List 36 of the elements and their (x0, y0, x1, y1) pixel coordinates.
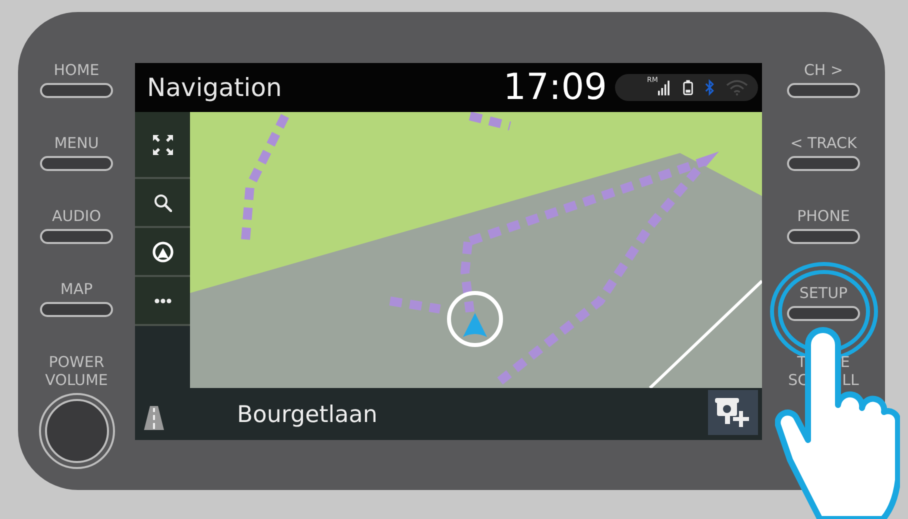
clock-time: 17:09 (503, 66, 607, 110)
button-label: AUDIO (52, 207, 102, 225)
signal-icon (658, 80, 671, 96)
button-label: MENU (54, 134, 99, 152)
battery-icon (682, 79, 693, 96)
street-name: Bourgetlaan (237, 401, 378, 430)
search-icon (154, 194, 172, 212)
hardware-button[interactable] (40, 229, 113, 244)
hardware-button[interactable] (787, 229, 860, 244)
button-label: E (840, 353, 850, 371)
map-tool-button[interactable] (135, 179, 190, 228)
map-tool-button[interactable] (135, 228, 190, 277)
button-label: PHONE (797, 207, 850, 225)
hardware-button[interactable] (40, 83, 113, 98)
button-label: LL (842, 371, 859, 389)
button-label: MAP (60, 280, 93, 298)
expand-icon (152, 134, 172, 154)
road-icon (144, 406, 164, 430)
screen-title: Navigation (147, 72, 282, 104)
button-label: < TRACK (790, 134, 857, 152)
hardware-button[interactable] (40, 156, 113, 171)
camera-plus-icon (715, 396, 751, 428)
button-label: HOME (54, 61, 100, 79)
compass-icon (152, 240, 174, 262)
position-marker-icon (445, 289, 505, 349)
hardware-button[interactable] (787, 156, 860, 171)
button-label: SETUP (799, 284, 848, 302)
more-icon (154, 298, 172, 304)
hardware-button[interactable] (787, 83, 860, 98)
button-label: CH > (804, 61, 844, 79)
camera-add-button[interactable] (708, 390, 758, 435)
hardware-button[interactable] (40, 302, 113, 317)
map-tool-button[interactable] (135, 112, 190, 179)
hardware-button[interactable] (787, 306, 860, 321)
button-label: POWER (48, 353, 104, 371)
button-label: VOLUME (45, 371, 108, 389)
